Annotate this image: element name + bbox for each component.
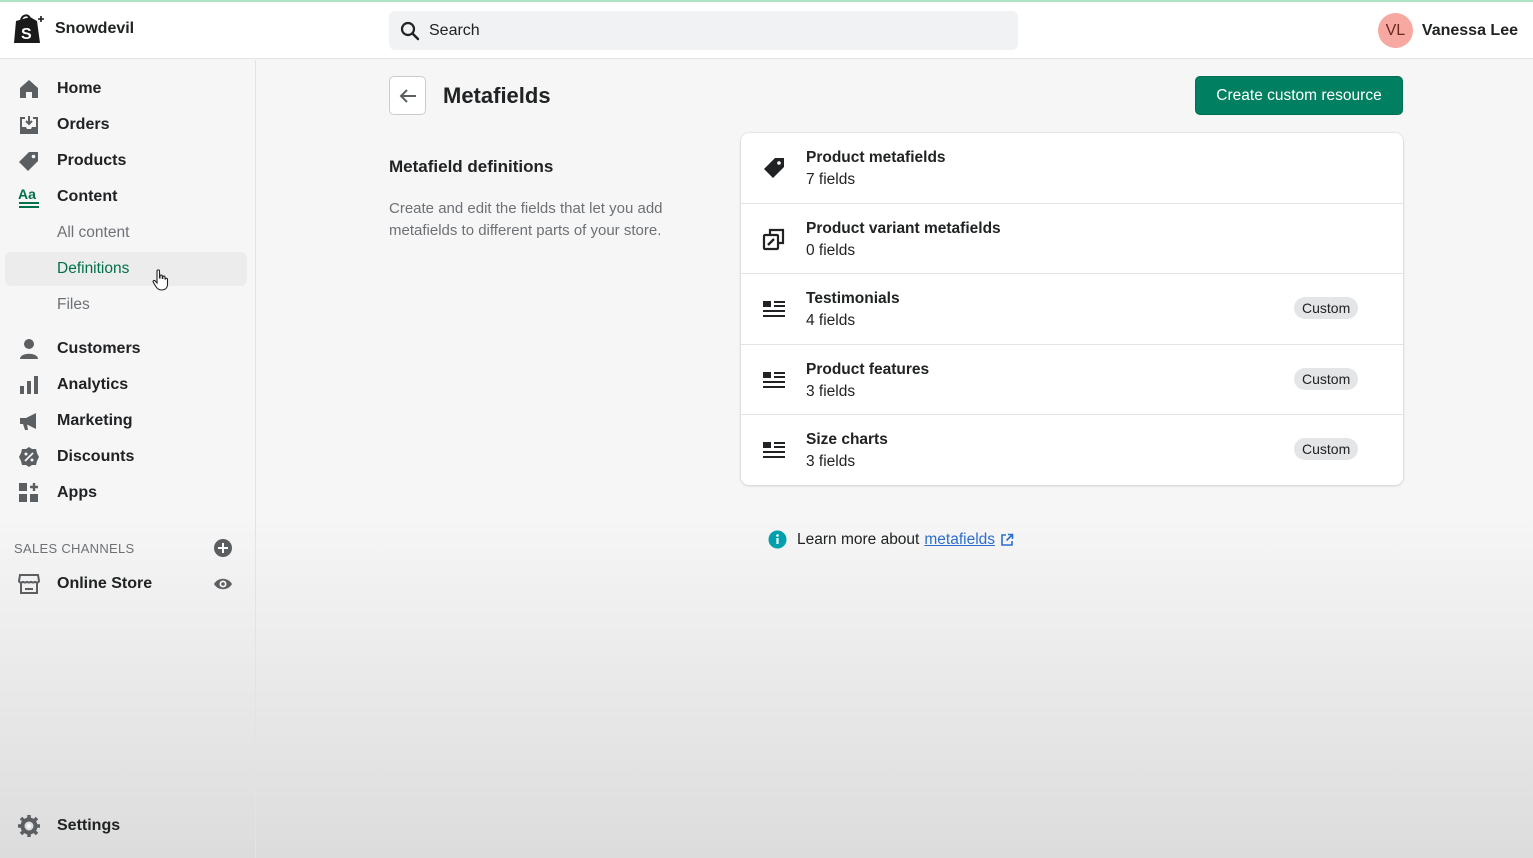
eye-icon[interactable] <box>213 574 233 594</box>
megaphone-icon <box>20 413 36 430</box>
sidebar-subitem-files[interactable]: Files <box>0 288 248 322</box>
resource-title: Size charts <box>806 431 888 448</box>
bar-chart-icon <box>20 376 38 394</box>
gear-icon <box>18 815 40 837</box>
sidebar-item-customers[interactable]: Customers <box>0 332 248 366</box>
sidebar-subitem-label: Definitions <box>57 260 130 277</box>
svg-text:Aa: Aa <box>18 186 36 202</box>
store-name: Snowdevil <box>55 20 135 37</box>
resource-title: Product metafields <box>806 149 946 166</box>
sidebar-item-products[interactable]: Products <box>0 144 248 178</box>
sidebar-item-content[interactable]: Aa Content <box>0 180 248 214</box>
info-icon <box>768 530 787 549</box>
sidebar-item-home[interactable]: Home <box>0 72 248 106</box>
resource-row-product-features[interactable]: Product features 3 fields Custom <box>741 344 1403 414</box>
svg-text:S: S <box>21 26 32 43</box>
avatar: VL <box>1377 13 1413 48</box>
sidebar-item-label: Analytics <box>57 376 129 393</box>
orders-icon <box>20 116 38 134</box>
sales-channels-title: SALES CHANNELS <box>14 541 135 556</box>
shopify-logo-icon: S <box>14 14 44 43</box>
external-link-icon[interactable] <box>1000 533 1014 547</box>
metafields-link[interactable]: metafields <box>924 531 995 549</box>
sidebar-item-analytics[interactable]: Analytics <box>0 368 248 402</box>
resource-row-product-metafields[interactable]: Product metafields 7 fields <box>741 133 1403 203</box>
list-icon <box>763 442 785 458</box>
section-heading: Metafield definitions <box>389 157 554 176</box>
sidebar: Home Orders Products Aa Content All cont… <box>0 60 256 858</box>
sidebar-item-label: Customers <box>57 340 141 357</box>
resource-title: Testimonials <box>806 290 900 307</box>
sidebar-item-settings[interactable]: Settings <box>0 809 248 843</box>
tag-icon <box>764 158 784 178</box>
resource-row-product-variant-metafields[interactable]: Product variant metafields 0 fields <box>741 203 1403 273</box>
list-icon <box>763 301 785 317</box>
custom-badge: Custom <box>1294 438 1359 460</box>
search-bar[interactable] <box>389 11 1018 50</box>
back-button[interactable] <box>389 76 426 115</box>
search-icon <box>400 21 420 40</box>
add-sales-channel-icon[interactable] <box>213 538 233 558</box>
apps-icon <box>19 483 38 502</box>
custom-badge: Custom <box>1294 297 1359 319</box>
sidebar-item-label: Marketing <box>57 412 133 429</box>
create-custom-resource-button[interactable]: Create custom resource <box>1195 76 1403 115</box>
sidebar-item-label: Online Store <box>57 575 153 592</box>
resource-count: 3 fields <box>806 453 856 470</box>
learn-more-text: Learn more about <box>797 530 920 548</box>
sidebar-item-label: Products <box>57 152 127 169</box>
page-title: Metafields <box>443 83 551 108</box>
content-icon: Aa <box>18 186 39 208</box>
learn-more: Learn more about metafields <box>768 530 1014 549</box>
resource-count: 4 fields <box>806 312 856 329</box>
search-input[interactable] <box>429 21 989 40</box>
sidebar-item-label: Home <box>57 80 102 97</box>
resource-row-testimonials[interactable]: Testimonials 4 fields Custom <box>741 273 1403 343</box>
resource-count: 0 fields <box>806 242 856 259</box>
person-icon <box>20 339 38 359</box>
hand-cursor-icon <box>152 269 169 291</box>
tag-icon <box>19 152 38 171</box>
resource-row-size-charts[interactable]: Size charts 3 fields Custom <box>741 414 1403 484</box>
discount-icon <box>19 447 39 467</box>
sidebar-item-label: Content <box>57 188 118 205</box>
list-icon <box>763 372 785 388</box>
variants-icon <box>762 228 785 251</box>
store-brand[interactable]: S Snowdevil <box>10 12 134 46</box>
resource-count: 3 fields <box>806 383 856 400</box>
sidebar-subitem-label: All content <box>57 224 130 241</box>
sidebar-item-label: Settings <box>57 817 121 834</box>
resource-count: 7 fields <box>806 171 856 188</box>
sidebar-item-label: Discounts <box>57 448 135 465</box>
section-description: Create and edit the fields that let you … <box>389 200 663 239</box>
sidebar-subitem-all-content[interactable]: All content <box>0 216 248 250</box>
sidebar-item-online-store[interactable]: Online Store <box>0 567 248 601</box>
sidebar-subitem-label: Files <box>57 296 90 313</box>
sidebar-item-apps[interactable]: Apps <box>0 476 248 510</box>
store-icon <box>18 574 40 594</box>
user-name: Vanessa Lee <box>1421 21 1518 39</box>
sidebar-item-orders[interactable]: Orders <box>0 108 248 142</box>
home-icon <box>20 80 38 98</box>
custom-badge: Custom <box>1294 368 1359 390</box>
sidebar-item-marketing[interactable]: Marketing <box>0 404 248 438</box>
resource-list-card: Product metafields 7 fields Product vari… <box>741 133 1403 485</box>
user-menu[interactable]: VL Vanessa Lee <box>1377 13 1518 48</box>
sidebar-item-discounts[interactable]: Discounts <box>0 440 248 474</box>
top-bar: S Snowdevil VL Vanessa Lee <box>0 0 1533 59</box>
arrow-left-icon <box>399 88 416 103</box>
sidebar-item-label: Apps <box>57 484 97 501</box>
resource-title: Product features <box>806 361 930 378</box>
resource-title: Product variant metafields <box>806 220 1001 237</box>
sidebar-subitem-definitions[interactable]: Definitions <box>5 252 247 286</box>
sidebar-item-label: Orders <box>57 116 110 133</box>
